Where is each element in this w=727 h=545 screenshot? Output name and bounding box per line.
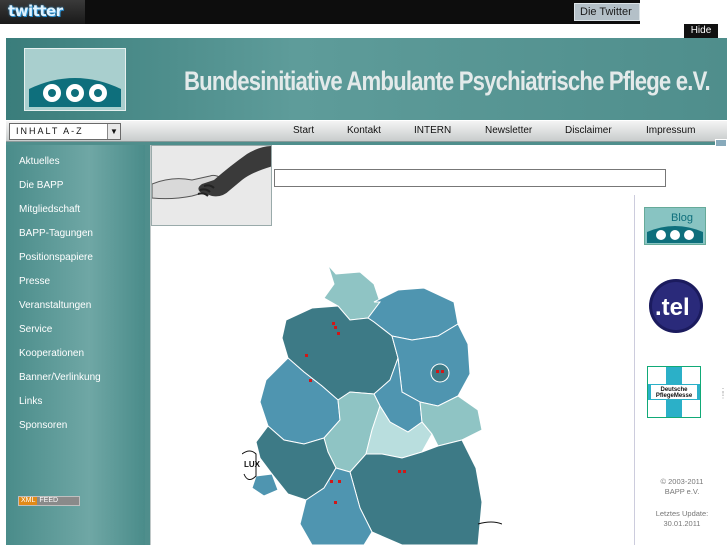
marker-12	[334, 501, 337, 504]
nav-link-impressum[interactable]: Impressum	[646, 121, 695, 141]
feed-label: FEED	[39, 497, 59, 504]
copyright-years: © 2003-2011	[660, 477, 704, 486]
nav-link-intern[interactable]: INTERN	[414, 121, 451, 141]
marker-3	[337, 332, 340, 335]
copyright-block: © 2003-2011 BAPP e.V. Letztes Update: 30…	[635, 477, 727, 529]
pflegemesse-logo[interactable]: Deutsche PflegeMesse	[647, 366, 701, 418]
copyright-owner: BAPP e.V.	[664, 487, 700, 496]
nav-link-disclaimer[interactable]: Disclaimer	[565, 121, 612, 141]
inhalt-dropdown[interactable]: INHALT A-Z ▼	[9, 123, 121, 140]
marker-2	[334, 326, 337, 329]
bapp-logo[interactable]	[24, 48, 126, 111]
marker-6	[436, 370, 439, 373]
tel-logo-text: .tel	[655, 294, 690, 321]
sidebar-item-banner-verlinkung[interactable]: Banner/Verlinkung	[19, 372, 101, 383]
last-update-label: Letztes Update:	[655, 509, 709, 518]
sidebar-item-die-bapp[interactable]: Die BAPP	[19, 180, 63, 191]
hide-button[interactable]: Hide	[684, 24, 718, 38]
marker-1	[332, 322, 335, 325]
nav-bar: INHALT A-Z ▼ Start Kontakt INTERN Newsle…	[6, 120, 727, 142]
twitter-logo[interactable]: twitter	[0, 0, 85, 24]
search-input[interactable]	[274, 169, 666, 187]
marker-9	[338, 480, 341, 483]
xml-feed-badge[interactable]: XML FEED	[18, 496, 80, 506]
sidebar-item-kooperationen[interactable]: Kooperationen	[19, 348, 84, 359]
sidebar-item-positionspapiere[interactable]: Positionspapiere	[19, 252, 93, 263]
sidebar-item-bapp-tagungen[interactable]: BAPP-Tagungen	[19, 228, 93, 239]
region-berlin	[430, 363, 450, 383]
twitter-bar: twitter Die Twitter	[0, 0, 640, 24]
sidebar-item-links[interactable]: Links	[19, 396, 42, 407]
nav-link-newsletter[interactable]: Newsletter	[485, 121, 532, 141]
right-column: Blog .tel Deutsche PflegeMesse © 2003-20…	[634, 195, 727, 545]
marker-8	[330, 480, 333, 483]
main-content: LUX ⋮ ⋮ Blog .tel Deutsche PflegeMesse ©…	[150, 139, 727, 545]
tel-logo[interactable]: .tel	[647, 278, 705, 334]
last-update-date: 30.01.2011	[663, 519, 701, 528]
scroll-handle[interactable]	[715, 139, 727, 147]
marker-10	[398, 470, 401, 473]
sidebar-item-sponsoren[interactable]: Sponsoren	[19, 420, 67, 431]
header: Bundesinitiative Ambulante Psychiatrisch…	[6, 38, 727, 120]
lux-label: LUX	[244, 460, 261, 469]
nav-link-kontakt[interactable]: Kontakt	[347, 121, 381, 141]
page-frame: Bundesinitiative Ambulante Psychiatrisch…	[6, 38, 727, 545]
blog-logo[interactable]: Blog	[644, 207, 706, 245]
inhalt-dropdown-label: INHALT A-Z	[16, 126, 84, 136]
sidebar-item-mitgliedschaft[interactable]: Mitgliedschaft	[19, 204, 80, 215]
sidebar-item-service[interactable]: Service	[19, 324, 52, 335]
marker-4	[305, 354, 308, 357]
sidebar-item-presse[interactable]: Presse	[19, 276, 50, 287]
marker-5	[309, 379, 312, 382]
handshake-image	[151, 145, 272, 226]
sidebar-item-aktuelles[interactable]: Aktuelles	[19, 156, 60, 167]
pflegemesse-text-2: PflegeMesse	[656, 393, 693, 399]
twitter-logo-text: twitter	[8, 2, 63, 20]
nav-link-start[interactable]: Start	[293, 121, 314, 141]
xml-label: XML	[19, 497, 38, 505]
site-title: Bundesinitiative Ambulante Psychiatrisch…	[184, 66, 711, 96]
sidebar: Aktuelles Die BAPP Mitgliedschaft BAPP-T…	[6, 145, 145, 545]
twitter-follow-button[interactable]: Die Twitter	[574, 3, 640, 21]
marker-7	[441, 370, 444, 373]
chevron-down-icon[interactable]: ▼	[107, 124, 120, 139]
marker-11	[403, 470, 406, 473]
sidebar-item-veranstaltungen[interactable]: Veranstaltungen	[19, 300, 91, 311]
germany-map[interactable]: LUX	[242, 262, 502, 545]
blog-logo-text: Blog	[671, 212, 693, 224]
